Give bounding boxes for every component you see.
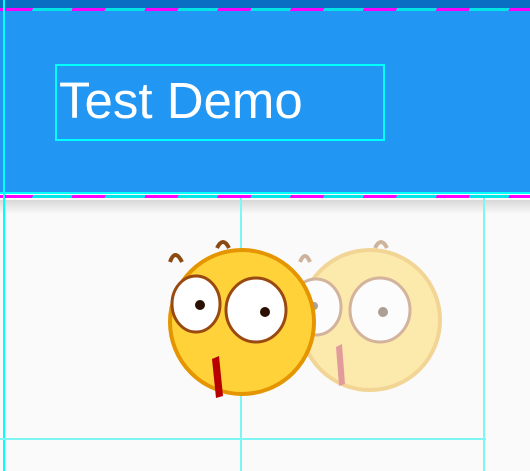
surprised-emoji-icon xyxy=(168,240,316,398)
layout-bound-left xyxy=(3,0,5,471)
layout-bound-right xyxy=(483,198,485,471)
app-bar-title: Test Demo xyxy=(59,72,303,129)
app-bar-bounds xyxy=(0,192,530,194)
app-bar-shadow xyxy=(0,200,530,214)
status-bar xyxy=(0,0,530,8)
layout-bounds-divider xyxy=(0,195,530,198)
layout-bound-bottom xyxy=(0,438,486,440)
